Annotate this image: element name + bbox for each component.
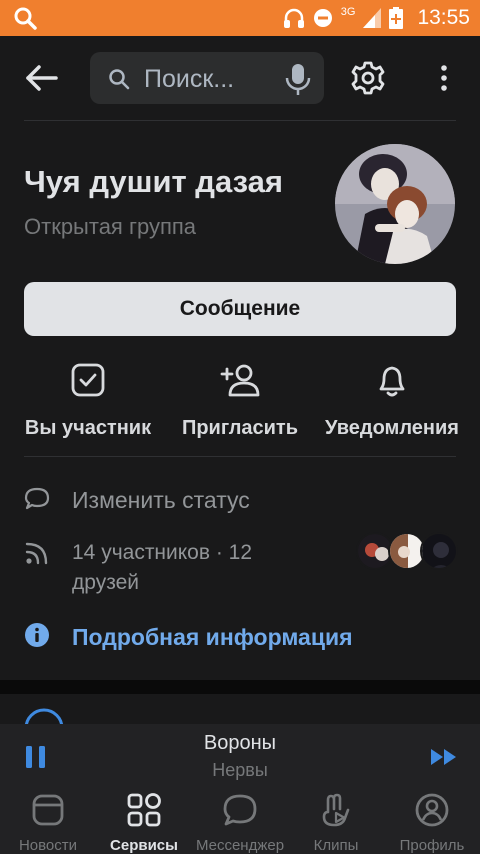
status-bar: 3G 13:55: [0, 0, 480, 36]
signal-icon: [363, 8, 382, 28]
section-separator: [0, 680, 480, 694]
services-icon: [127, 793, 161, 827]
tab-messenger-label: Мессенджер: [195, 837, 285, 854]
track-title: Вороны: [203, 732, 277, 754]
search-icon: [109, 69, 130, 90]
bell-icon: [379, 366, 405, 397]
clips-icon: [322, 793, 350, 827]
rss-icon: [25, 542, 48, 565]
tab-profile[interactable]: Профиль: [384, 790, 480, 854]
profile-icon: [415, 793, 449, 827]
change-status-link[interactable]: Изменить статус: [72, 487, 250, 514]
headphones-icon: [283, 8, 304, 28]
detailed-info-link[interactable]: Подробная информация: [72, 624, 353, 651]
header-divider: [24, 120, 456, 121]
tab-clips-label: Клипы: [313, 837, 359, 854]
friend-avatar: [420, 532, 458, 570]
search-field[interactable]: Поиск...: [90, 52, 324, 104]
group-avatar[interactable]: [335, 144, 455, 264]
clock: 13:55: [417, 6, 470, 29]
back-arrow-icon[interactable]: [22, 62, 62, 94]
gear-icon[interactable]: [350, 60, 386, 96]
more-vertical-icon[interactable]: [432, 62, 456, 94]
search-icon[interactable]: [12, 6, 40, 30]
speech-bubble-icon: [24, 487, 50, 510]
bottom-tab-bar: Новости Сервисы Мессенджер Клипы Профиль: [0, 790, 480, 854]
members-count[interactable]: 14 участников · 12 друзей: [72, 538, 312, 598]
tab-news-label: Новости: [18, 837, 78, 854]
friends-avatars[interactable]: [356, 532, 460, 570]
group-avatar-image: [335, 144, 455, 264]
actions-divider: [24, 456, 456, 457]
notifications-button[interactable]: Уведомления: [314, 360, 470, 440]
audio-player[interactable]: Вороны Нервы: [0, 724, 480, 790]
battery-icon: [389, 7, 404, 29]
tab-profile-label: Профиль: [399, 837, 465, 854]
invite-label: Пригласить: [181, 417, 299, 439]
tab-services-label: Сервисы: [110, 837, 178, 854]
group-title: Чуя душит дазая: [24, 164, 283, 199]
info-icon: [25, 623, 49, 647]
member-status-button[interactable]: Вы участник: [10, 360, 166, 440]
group-type: Открытая группа: [24, 214, 197, 239]
track-artist: Нервы: [212, 760, 268, 780]
tab-messenger[interactable]: Мессенджер: [192, 790, 288, 854]
member-check-icon: [71, 363, 105, 397]
notifications-label: Уведомления: [325, 417, 459, 439]
messenger-icon: [223, 794, 257, 826]
search-placeholder: Поиск...: [144, 65, 235, 93]
add-person-icon: [220, 364, 260, 397]
microphone-icon[interactable]: [284, 62, 312, 96]
do-not-disturb-icon: [313, 9, 332, 27]
news-icon: [32, 794, 64, 826]
invite-button[interactable]: Пригласить: [168, 360, 312, 440]
tab-news[interactable]: Новости: [0, 790, 96, 854]
tab-services[interactable]: Сервисы: [96, 790, 192, 854]
member-status-label: Вы участник: [24, 417, 152, 439]
fast-forward-icon[interactable]: [430, 746, 458, 768]
app-header: Поиск...: [0, 36, 480, 120]
message-button[interactable]: Сообщение: [24, 282, 456, 336]
tab-clips[interactable]: Клипы: [288, 790, 384, 854]
network-type: 3G: [340, 6, 356, 18]
